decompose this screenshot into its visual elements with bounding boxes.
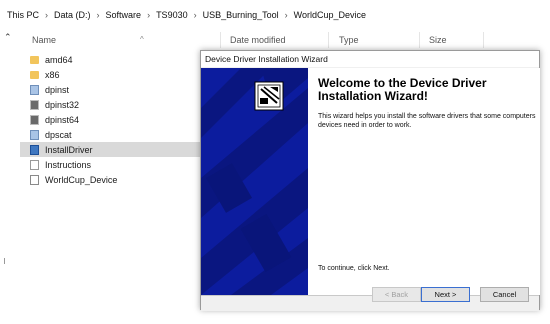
wizard-content: Welcome to the Device Driver Installatio… — [308, 68, 540, 295]
wizard-continue-text: To continue, click Next. — [318, 265, 390, 272]
chevron-right-icon: › — [147, 10, 151, 20]
breadcrumb: This PC › Data (D:) › Software › TS9030 … — [0, 0, 550, 30]
next-button[interactable]: Next > — [421, 287, 470, 302]
cancel-button[interactable]: Cancel — [480, 287, 529, 302]
file-name: WorldCup_Device — [45, 174, 118, 185]
file-row-dpinst64[interactable]: dpinst64 — [20, 112, 200, 127]
scrollbar-thumb[interactable] — [4, 258, 5, 264]
installer-icon — [30, 144, 39, 155]
file-row-x86[interactable]: x86 — [20, 67, 200, 82]
file-row-dpscat[interactable]: dpscat — [20, 127, 200, 142]
breadcrumb-ts9030[interactable]: TS9030 — [155, 10, 189, 20]
column-divider[interactable] — [483, 32, 484, 48]
sort-up-icon: ^ — [140, 35, 144, 44]
file-row-dpinst32[interactable]: dpinst32 — [20, 97, 200, 112]
chevron-right-icon: › — [193, 10, 197, 20]
column-divider[interactable] — [220, 32, 221, 48]
wizard-banner — [201, 68, 308, 295]
chevron-right-icon: › — [284, 10, 288, 20]
driver-installation-wizard-dialog: Device Driver Installation Wizard Welcom… — [200, 50, 540, 311]
text-document-icon — [30, 159, 39, 170]
breadcrumb-worldcup-device[interactable]: WorldCup_Device — [293, 10, 367, 20]
file-name: Instructions — [45, 159, 92, 170]
file-name: dpinst — [45, 84, 70, 95]
file-name: dpscat — [45, 129, 72, 140]
breadcrumb-data-drive[interactable]: Data (D:) — [53, 10, 92, 20]
column-divider[interactable] — [328, 32, 329, 48]
scroll-up-arrow-icon[interactable]: ⌃ — [4, 32, 12, 43]
column-header-name[interactable]: Name — [32, 35, 56, 45]
file-list: amd64 x86 dpinst dpinst32 dpinst64 dpsca… — [20, 52, 200, 187]
column-header-date-modified[interactable]: Date modified — [230, 35, 286, 45]
file-row-amd64[interactable]: amd64 — [20, 52, 200, 67]
breadcrumb-this-pc[interactable]: This PC — [6, 10, 40, 20]
file-row-installdriver[interactable]: InstallDriver — [20, 142, 200, 157]
wizard-banner-graphic — [201, 68, 308, 295]
file-name: InstallDriver — [45, 144, 93, 155]
back-button[interactable]: < Back — [372, 287, 421, 302]
breadcrumb-software[interactable]: Software — [105, 10, 143, 20]
column-divider[interactable] — [419, 32, 420, 48]
wizard-description: This wizard helps you install the softwa… — [318, 113, 536, 129]
executable-icon — [30, 114, 39, 125]
executable-icon — [30, 99, 39, 110]
setup-icon — [30, 84, 39, 95]
file-row-dpinst[interactable]: dpinst — [20, 82, 200, 97]
file-name: x86 — [45, 69, 60, 80]
column-header-size[interactable]: Size — [429, 35, 447, 45]
column-header-type[interactable]: Type — [339, 35, 359, 45]
application-icon — [30, 129, 39, 140]
file-row-instructions[interactable]: Instructions — [20, 157, 200, 172]
chevron-right-icon: › — [45, 10, 49, 20]
breadcrumb-usb-burning-tool[interactable]: USB_Burning_Tool — [202, 10, 280, 20]
folder-icon — [30, 70, 39, 79]
security-catalog-icon — [30, 174, 39, 185]
chevron-right-icon: › — [96, 10, 100, 20]
wizard-heading: Welcome to the Device Driver Installatio… — [318, 76, 487, 103]
folder-icon — [30, 55, 39, 64]
file-name: amd64 — [45, 54, 73, 65]
file-row-worldcup-device[interactable]: WorldCup_Device — [20, 172, 200, 187]
file-name: dpinst64 — [45, 114, 80, 125]
file-name: dpinst32 — [45, 99, 80, 110]
column-header-row: Name ^ Date modified Type Size — [20, 30, 550, 50]
dialog-title[interactable]: Device Driver Installation Wizard — [201, 51, 539, 67]
